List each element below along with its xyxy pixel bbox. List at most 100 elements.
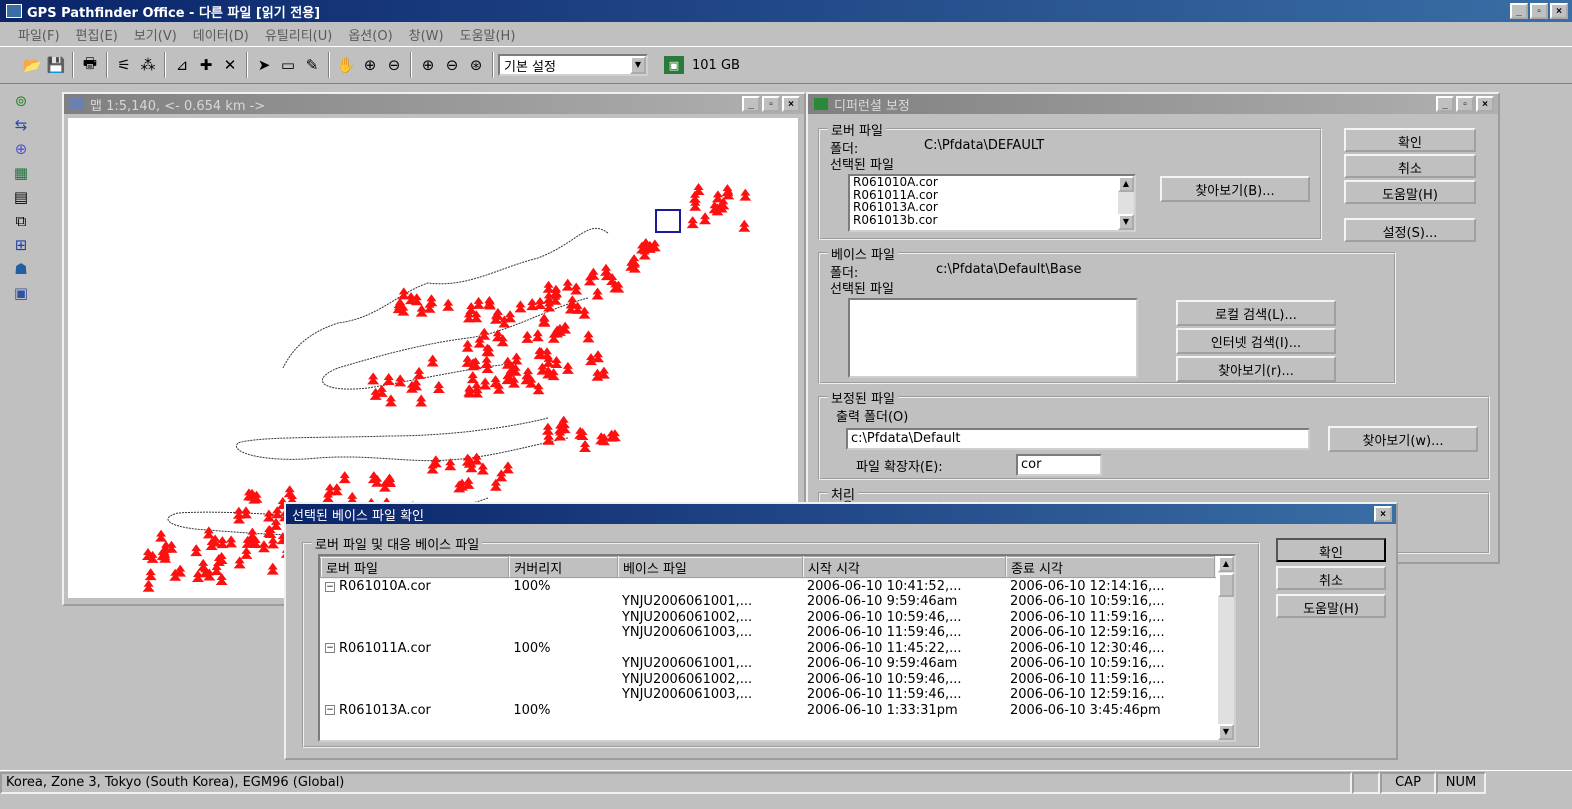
tree-marker-icon[interactable] [541,347,554,360]
zoom-extent-icon[interactable]: ⊕ [416,53,440,77]
zoom-previous-icon[interactable]: ⊖ [440,53,464,77]
table-row[interactable]: − R061013A.cor 100% 2006-06-10 1:33:31pm 200… [321,703,1215,719]
menu-item[interactable]: 옵션(O) [348,25,392,44]
menu-item[interactable]: 편집(E) [76,25,118,44]
map-icon[interactable]: ▦ [14,164,28,182]
tree-marker-icon[interactable] [534,296,547,309]
tree-marker-icon[interactable] [491,307,504,320]
data-icon[interactable]: ⊚ [15,92,28,110]
table-scroll-thumb[interactable] [1218,573,1234,597]
tree-marker-icon[interactable] [462,476,475,489]
collapse-icon[interactable]: − [325,705,335,716]
tree-marker-icon[interactable] [526,298,539,311]
features-icon[interactable]: ⁂ [136,53,160,77]
tree-marker-icon[interactable] [692,183,705,196]
tree-marker-icon[interactable] [491,329,504,342]
ruler-icon[interactable]: ▭ [276,53,300,77]
tree-marker-icon[interactable] [699,212,712,225]
table-row[interactable]: YNJU2006061001,... 2006-06-10 9:59:46am 20… [321,656,1215,672]
tree-marker-icon[interactable] [711,190,724,203]
tree-marker-icon[interactable] [338,471,351,484]
tree-marker-icon[interactable] [591,287,604,300]
diff-ok-button[interactable]: 확인 [1344,128,1476,152]
tree-marker-icon[interactable] [574,426,587,439]
tree-marker-icon[interactable] [262,509,275,522]
rover-file-item[interactable]: R061013b.cor [853,213,1134,227]
tree-marker-icon[interactable] [482,344,495,357]
tree-marker-icon[interactable] [367,471,380,484]
monitor-icon[interactable]: ▣ [14,284,28,302]
print-icon[interactable]: 🖶 [78,53,102,77]
table-scroll-down-icon[interactable]: ▼ [1218,724,1234,740]
tree-marker-icon[interactable] [531,329,544,342]
gps-icon[interactable]: ⊕ [15,140,28,158]
tree-marker-icon[interactable] [382,372,395,385]
tree-marker-icon[interactable] [197,558,210,571]
globe-icon[interactable]: ⊛ [464,53,488,77]
rover-file-item[interactable]: R061010A.cor [853,176,1134,189]
confirm-ok-button[interactable]: 확인 [1276,538,1386,562]
add-query-icon[interactable]: ✚ [194,53,218,77]
tree-marker-icon[interactable] [394,374,407,387]
save-icon[interactable]: 💾 [44,53,68,77]
close-button[interactable]: × [1550,3,1568,19]
confirm-help-button[interactable]: 도움말(H) [1276,594,1386,618]
tree-marker-icon[interactable] [155,529,168,542]
file-extension-input[interactable]: cor [1016,454,1102,476]
people-icon[interactable]: ☗ [14,260,27,278]
tree-marker-icon[interactable] [190,544,203,557]
diff-settings-button[interactable]: 설정(S)... [1344,218,1476,242]
tree-marker-icon[interactable] [461,339,474,352]
zoom-out-icon[interactable]: ⊖ [382,53,406,77]
tree-marker-icon[interactable] [514,300,527,313]
tree-marker-icon[interactable] [432,380,445,393]
menu-item[interactable]: 파일(F) [18,25,60,44]
disk-icon[interactable]: ▣ [664,56,684,74]
tree-marker-icon[interactable] [582,330,595,343]
tree-marker-icon[interactable] [323,483,336,496]
column-header[interactable]: 종료 시각 [1004,556,1216,579]
scroll-down-icon[interactable]: ▼ [1118,214,1134,230]
scroll-up-icon[interactable]: ▲ [1118,176,1134,192]
table-row[interactable]: YNJU2006061003,... 2006-06-10 11:59:46,..… [321,625,1215,641]
grid-icon[interactable]: ⊞ [15,236,28,254]
diff-close-button[interactable]: × [1476,96,1494,112]
tree-marker-icon[interactable] [142,579,155,592]
tree-marker-icon[interactable] [144,568,157,581]
tree-marker-icon[interactable] [410,378,423,391]
map-close-button[interactable]: × [782,96,800,112]
internet-search-button[interactable]: 인터넷 검색(I)... [1176,328,1336,354]
tree-marker-icon[interactable] [561,361,574,374]
map-minimize-button[interactable]: _ [742,96,760,112]
menu-item[interactable]: 보기(V) [134,25,177,44]
selection-box[interactable] [655,209,681,233]
tree-marker-icon[interactable] [283,485,296,498]
table-row[interactable]: YNJU2006061003,... 2006-06-10 11:59:46,..… [321,687,1215,703]
pan-hand-icon[interactable]: ✋ [334,53,358,77]
menu-item[interactable]: 유틸리티(U) [265,25,333,44]
table-row[interactable]: − R061011A.cor 100% 2006-06-10 11:45:22,...… [321,641,1215,657]
pencil-icon[interactable]: ✎ [300,53,324,77]
minimize-button[interactable]: _ [1510,3,1528,19]
tree-marker-icon[interactable] [466,371,479,384]
tree-marker-icon[interactable] [367,372,380,385]
tree-marker-icon[interactable] [240,546,253,559]
diff-minimize-button[interactable]: _ [1436,96,1454,112]
measure-icon[interactable]: ⊿ [170,53,194,77]
confirm-cancel-button[interactable]: 취소 [1276,566,1386,590]
map-maximize-button[interactable]: ▫ [762,96,780,112]
zoom-in-icon[interactable]: ⊕ [358,53,382,77]
tree-marker-icon[interactable] [592,350,605,363]
tree-marker-icon[interactable] [483,296,496,309]
column-header[interactable]: 커버리지 [508,556,619,579]
tree-marker-icon[interactable] [561,278,574,291]
tree-marker-icon[interactable] [738,219,751,232]
tree-marker-icon[interactable] [541,422,554,435]
open-folder-icon[interactable]: 📂 [20,53,44,77]
chevron-down-icon[interactable]: ▼ [630,56,646,74]
rover-base-table[interactable]: 로버 파일 커버리지 베이스 파일 시작 시각 종료 시각 − R061010A.cor 1… [318,554,1236,742]
diff-help-button[interactable]: 도움말(H) [1344,180,1476,204]
tree-marker-icon[interactable] [510,352,523,365]
export-icon[interactable]: ⧉ [16,212,27,230]
output-folder-input[interactable]: c:\Pfdata\Default [846,428,1310,450]
